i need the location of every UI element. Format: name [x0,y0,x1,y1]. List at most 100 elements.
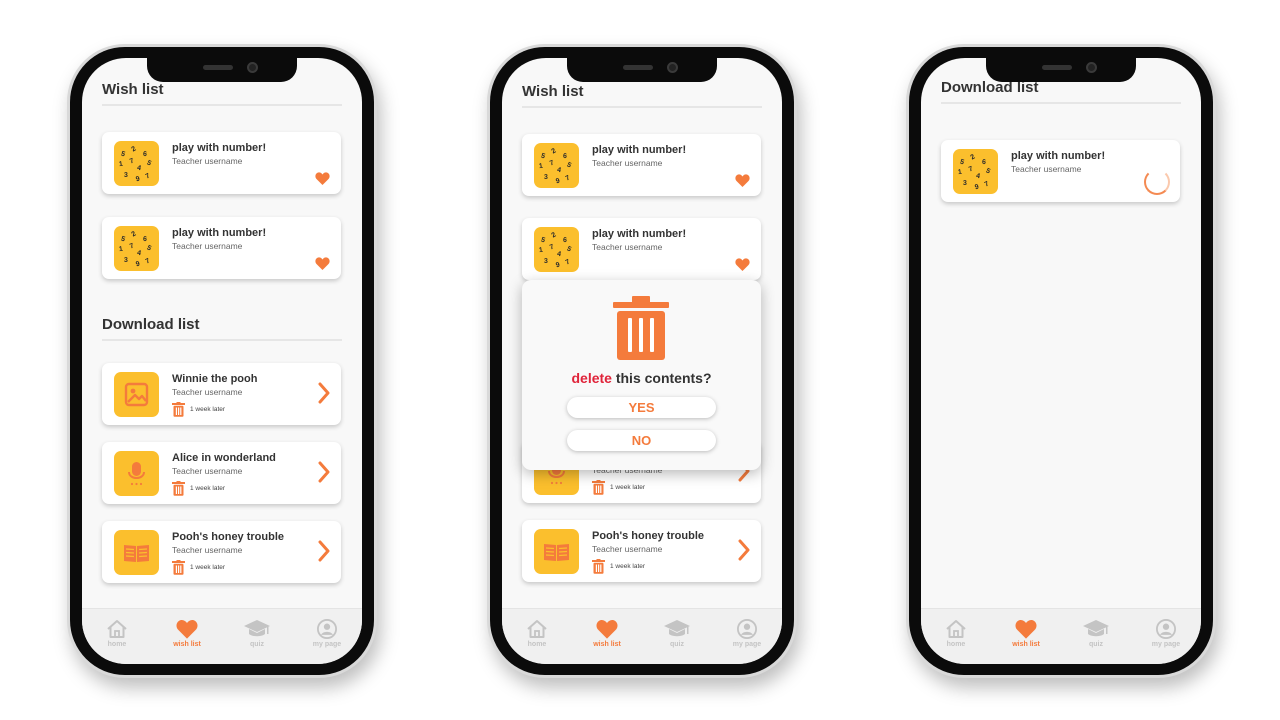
wish-card[interactable]: 2561754397 play with number! Teacher use… [522,218,761,280]
chevron-right-icon[interactable] [317,461,331,483]
thumbnail-digit: 9 [974,183,980,192]
download-card[interactable]: 2561754397 play with number! Teacher use… [941,140,1180,202]
audio-thumbnail [114,451,159,496]
microphone-icon [128,462,145,486]
graduation-cap-icon [664,620,690,637]
thumbnail-digit: 4 [975,172,981,181]
tab-wish-list[interactable]: wish list [998,619,1054,648]
home-icon [107,620,127,638]
thumbnail-digit: 5 [145,159,153,168]
heart-icon[interactable] [315,172,330,185]
card-title: play with number! [592,228,687,240]
heart-icon[interactable] [735,174,750,187]
phone-delete-dialog: Wish list 2561754397 play with number! T… [487,44,797,678]
tab-my-page[interactable]: my page [1138,619,1194,648]
card-subtitle: Teacher username [172,466,243,476]
phone-wishlist: Wish list 2561754397 play with number! T… [67,44,377,678]
book-thumbnail [114,530,159,575]
home-icon [527,620,547,638]
tab-my-page[interactable]: my page [719,619,775,648]
thumbnail-digit: 6 [562,236,568,245]
download-card[interactable]: Winnie the pooh Teacher username 1 week … [102,363,341,425]
camera-icon [247,62,258,73]
no-button[interactable]: NO [567,430,716,451]
card-title: Winnie the pooh [172,373,258,385]
thumbnail-digit: 7 [548,159,556,168]
expiry-text: 1 week later [610,562,646,570]
thumbnail-digit: 5 [540,236,546,245]
heart-icon [176,619,198,639]
thumbnail-digit: 9 [555,261,561,270]
tab-bar: home wish list quiz my page [502,608,782,664]
trash-icon[interactable] [172,401,185,417]
thumbnail-digit: 7 [564,174,572,183]
wish-card[interactable]: 2561754397 play with number! Teacher use… [522,134,761,196]
card-subtitle: Teacher username [172,545,243,555]
thumbnail-digit: 6 [142,235,148,244]
download-list-title: Download list [941,79,1181,104]
trash-icon[interactable] [592,558,605,574]
download-card[interactable]: Alice in wonderland Teacher username 1 w… [102,442,341,504]
chevron-right-icon[interactable] [317,382,331,404]
tab-bar: home wish list quiz my page [82,608,362,664]
heart-icon[interactable] [315,257,330,270]
chevron-right-icon[interactable] [317,540,331,562]
tab-home[interactable]: home [509,619,565,648]
thumbnail-digit: 5 [145,244,153,253]
thumbnail-digit: 1 [957,168,963,177]
thumbnail-digit: 1 [118,160,124,169]
camera-icon [667,62,678,73]
tab-quiz[interactable]: quiz [649,619,705,648]
numbers-thumbnail: 2561754397 [114,226,159,271]
chevron-right-icon[interactable] [737,539,751,561]
heart-icon[interactable] [735,258,750,271]
thumbnail-digit: 3 [543,257,548,266]
thumbnail-digit: 3 [962,179,967,188]
tab-quiz[interactable]: quiz [229,619,285,648]
notch [986,58,1136,82]
trash-icon[interactable] [172,559,185,575]
book-icon [544,544,569,561]
card-title: Pooh's honey trouble [172,531,285,543]
camera-icon [1086,62,1097,73]
tab-home[interactable]: home [928,619,984,648]
card-title: play with number! [172,142,267,154]
image-icon [124,382,149,407]
download-list-title: Download list [102,316,342,341]
wish-card[interactable]: 2561754397 play with number! Teacher use… [102,132,341,194]
thumbnail-digit: 7 [548,243,556,252]
book-icon [124,545,149,562]
card-subtitle: Teacher username [1011,164,1082,174]
tab-wish-list[interactable]: wish list [579,619,635,648]
screen: Wish list 2561754397 play with number! T… [502,58,782,664]
card-subtitle: Teacher username [172,387,243,397]
image-thumbnail [114,372,159,417]
numbers-thumbnail: 2561754397 [114,141,159,186]
trash-icon[interactable] [172,480,185,496]
wish-card[interactable]: 2561754397 play with number! Teacher use… [102,217,341,279]
trash-icon[interactable] [592,479,605,495]
user-icon [737,619,757,639]
download-card[interactable]: Pooh's honey trouble Teacher username 1 … [102,521,341,583]
delete-dialog: delete this contents? YES NO [522,280,761,470]
tab-home[interactable]: home [89,619,145,648]
thumbnail-digit: 6 [981,158,987,167]
download-card[interactable]: Pooh's honey trouble Teacher username 1 … [522,520,761,582]
thumbnail-digit: 2 [130,145,138,154]
thumbnail-digit: 3 [543,173,548,182]
phone-download-list: Download list 2561754397 play with numbe… [906,44,1216,678]
tab-quiz[interactable]: quiz [1068,619,1124,648]
card-subtitle: Teacher username [172,156,243,166]
tab-my-page[interactable]: my page [299,619,355,648]
thumbnail-digit: 1 [538,246,544,255]
card-title: Pooh's honey trouble [592,530,705,542]
thumbnail-digit: 5 [540,152,546,161]
thumbnail-digit: 7 [983,180,991,189]
tab-wish-list[interactable]: wish list [159,619,215,648]
thumbnail-digit: 7 [967,165,975,174]
graduation-cap-icon [1083,620,1109,637]
thumbnail-digit: 9 [135,260,141,269]
yes-button[interactable]: YES [567,397,716,418]
notch [147,58,297,82]
card-title: play with number! [1011,150,1106,162]
